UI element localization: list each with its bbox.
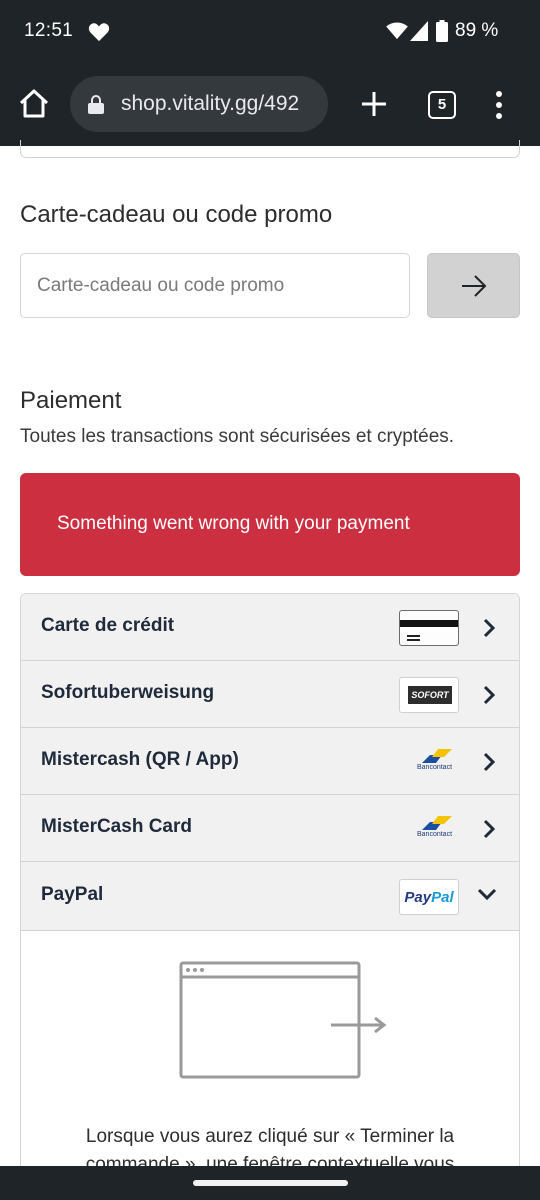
clock: 12:51 [24,20,74,41]
payment-error-banner: Something went wrong with your payment [20,473,520,576]
payment-method-credit-card[interactable]: Carte de crédit [21,594,519,661]
payment-method-mistercash-qr[interactable]: Mistercash (QR / App) Bancontact [21,728,519,795]
payment-methods-list: Carte de crédit Sofortuberweisung SOFORT… [20,593,520,1200]
paypal-logo: PayPal [399,879,459,915]
url-text: shop.vitality.gg/492 [121,92,300,115]
signal-icon [410,21,428,41]
error-message: Something went wrong with your payment [57,513,410,534]
previous-section-edge [20,140,520,158]
wifi-icon [386,22,408,40]
new-tab-icon[interactable] [360,90,388,118]
method-label: Carte de crédit [41,615,175,636]
credit-card-icon [399,610,459,646]
chevron-right-icon [483,685,495,705]
method-label: Mistercash (QR / App) [41,749,239,770]
promo-section-title: Carte-cadeau ou code promo [20,201,333,228]
bancontact-logo: Bancontact [399,744,459,780]
battery-icon [436,20,448,42]
address-bar[interactable]: shop.vitality.gg/492 [70,76,328,132]
payment-section-title: Paiement [20,387,122,414]
arrow-right-icon [462,275,487,297]
payment-method-sofort[interactable]: Sofortuberweisung SOFORT [21,661,519,728]
payment-method-mistercash-card[interactable]: MisterCash Card Bancontact [21,795,519,862]
more-menu-icon[interactable] [494,90,504,120]
lock-icon [88,95,104,114]
status-bar: 12:51 89 % [0,0,540,62]
system-navigation-bar [0,1166,540,1200]
promo-code-input[interactable] [20,253,410,318]
payment-subtitle: Toutes les transactions sont sécurisées … [20,426,455,447]
method-label: PayPal [41,884,104,905]
method-label: MisterCash Card [41,816,192,837]
method-label: Sofortuberweisung [41,682,215,703]
checkout-screen: 12:51 89 % shop.vitality.gg/492 5 Carte-… [0,0,540,1200]
promo-submit-button[interactable] [427,253,520,318]
browser-toolbar: shop.vitality.gg/492 5 [0,62,540,146]
battery-percent: 89 % [455,20,499,41]
paypal-details-panel: Lorsque vous aurez cliqué sur « Terminer… [21,931,519,1200]
gesture-handle[interactable] [193,1180,348,1186]
chevron-right-icon [483,618,495,638]
sofort-logo: SOFORT [399,677,459,713]
tab-switcher-button[interactable]: 5 [428,91,456,119]
chevron-right-icon [483,819,495,839]
payment-method-paypal[interactable]: PayPal PayPal [21,862,519,931]
popup-window-illustration [179,961,387,1079]
home-icon[interactable] [18,88,50,120]
chevron-down-icon [477,888,497,900]
bancontact-logo: Bancontact [399,811,459,847]
chevron-right-icon [483,752,495,772]
heart-icon [88,23,110,42]
